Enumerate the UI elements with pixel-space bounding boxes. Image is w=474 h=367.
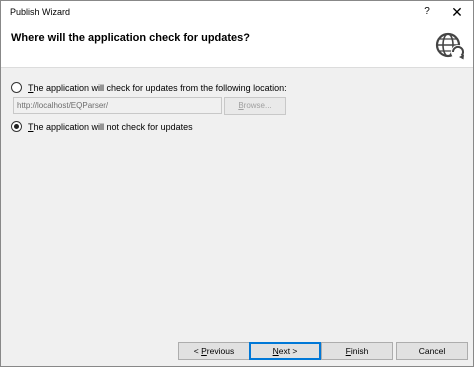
close-button[interactable]: ✕ <box>448 4 466 20</box>
radio-check-location[interactable] <box>11 82 22 93</box>
option-label-no-check-rest: he application will not check for update… <box>33 121 193 132</box>
cancel-button[interactable]: Cancel <box>396 342 468 360</box>
finish-rest: inish <box>350 346 369 356</box>
browse-button[interactable]: Browse... <box>224 97 286 115</box>
previous-rest: revious <box>206 346 235 356</box>
help-button[interactable]: ? <box>419 4 435 20</box>
wizard-header: Publish Wizard ? ✕ Where will the applic… <box>1 1 473 68</box>
browse-label-rest: rowse... <box>243 101 272 110</box>
globe-refresh-icon <box>435 32 465 60</box>
update-location-input[interactable]: http://localhost/EQParser/ <box>13 97 222 114</box>
next-rest: ext > <box>278 346 298 356</box>
radio-option-check-location[interactable]: The application will check for updates f… <box>11 82 287 93</box>
option-label-no-check: The application will not check for updat… <box>28 122 193 132</box>
page-heading: Where will the application check for upd… <box>11 32 250 44</box>
next-button[interactable]: Next > <box>249 342 321 360</box>
window-title: Publish Wizard <box>10 7 71 17</box>
radio-option-no-check[interactable]: The application will not check for updat… <box>11 121 193 132</box>
option-label-check-location: The application will check for updates f… <box>28 83 287 93</box>
radio-no-check[interactable] <box>11 121 22 132</box>
option-label-check-location-rest: he application will check for updates fr… <box>33 82 287 93</box>
finish-button[interactable]: Finish <box>321 342 393 360</box>
publish-wizard-window: Publish Wizard ? ✕ Where will the applic… <box>0 0 474 367</box>
previous-button[interactable]: < Previous <box>178 342 250 360</box>
